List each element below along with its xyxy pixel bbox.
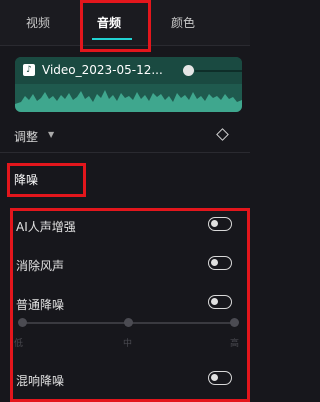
volume-handle[interactable] (183, 65, 194, 76)
denoise-options-highlight-box (10, 208, 250, 402)
audio-clip-header: ♪ Video_2023-05-12... (15, 57, 242, 84)
denoise-highlight-box (7, 163, 86, 197)
adjust-label: 调整 (14, 130, 39, 144)
music-note-icon: ♪ (23, 64, 35, 76)
volume-line[interactable] (195, 70, 242, 72)
audio-waveform (15, 90, 242, 112)
audio-clip-preview[interactable]: ♪ Video_2023-05-12... (15, 57, 242, 112)
keyframe-diamond-icon[interactable] (216, 128, 229, 141)
audio-tab-highlight-box (80, 0, 151, 52)
adjust-row[interactable]: 调整 ▼ (0, 124, 250, 148)
chevron-down-icon[interactable]: ▼ (48, 130, 54, 139)
audio-clip-name: Video_2023-05-12... (42, 63, 163, 77)
tab-video[interactable]: 视频 (26, 14, 50, 31)
tab-color[interactable]: 颜色 (171, 14, 195, 31)
